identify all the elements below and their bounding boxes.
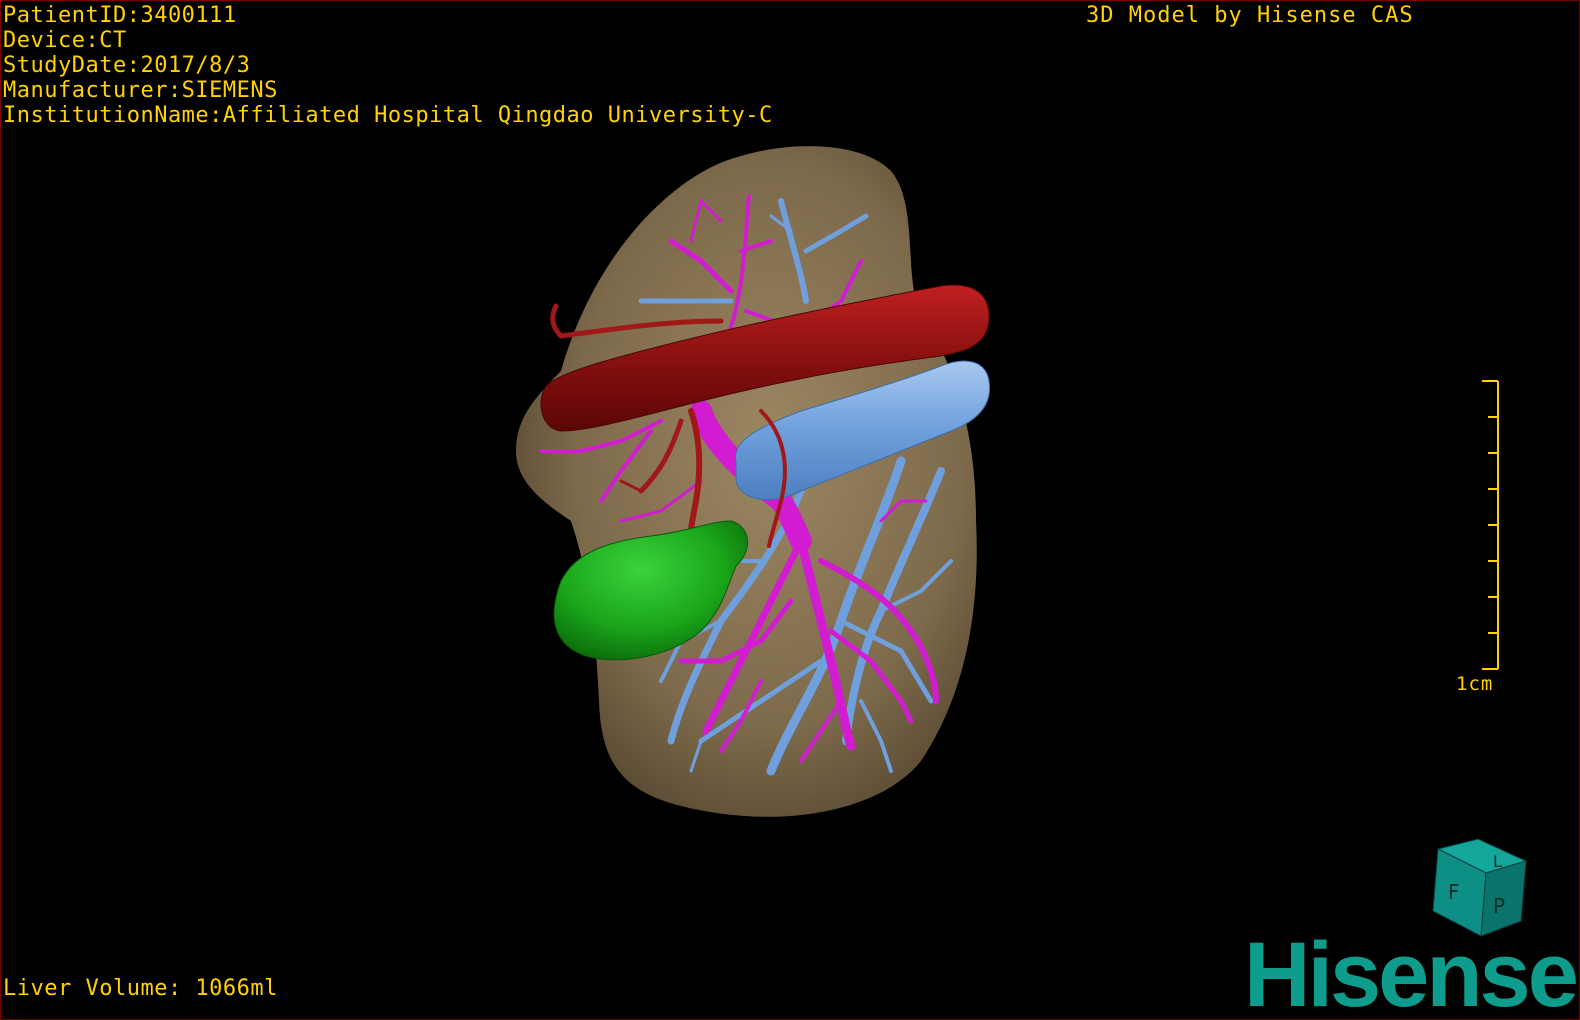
orientation-cube[interactable]: F L P [1, 1, 1579, 1019]
orientation-cube-icon: F L P [1432, 838, 1528, 937]
cube-face-l: L [1493, 852, 1502, 871]
cube-face-p: P [1493, 894, 1505, 918]
3d-viewport[interactable]: PatientID:3400111 Device:CT StudyDate:20… [0, 0, 1580, 1020]
hisense-logo: Hisense [1244, 924, 1579, 1020]
cube-face-f: F [1448, 880, 1460, 904]
liver-volume: Liver Volume: 1066ml [3, 976, 278, 1001]
